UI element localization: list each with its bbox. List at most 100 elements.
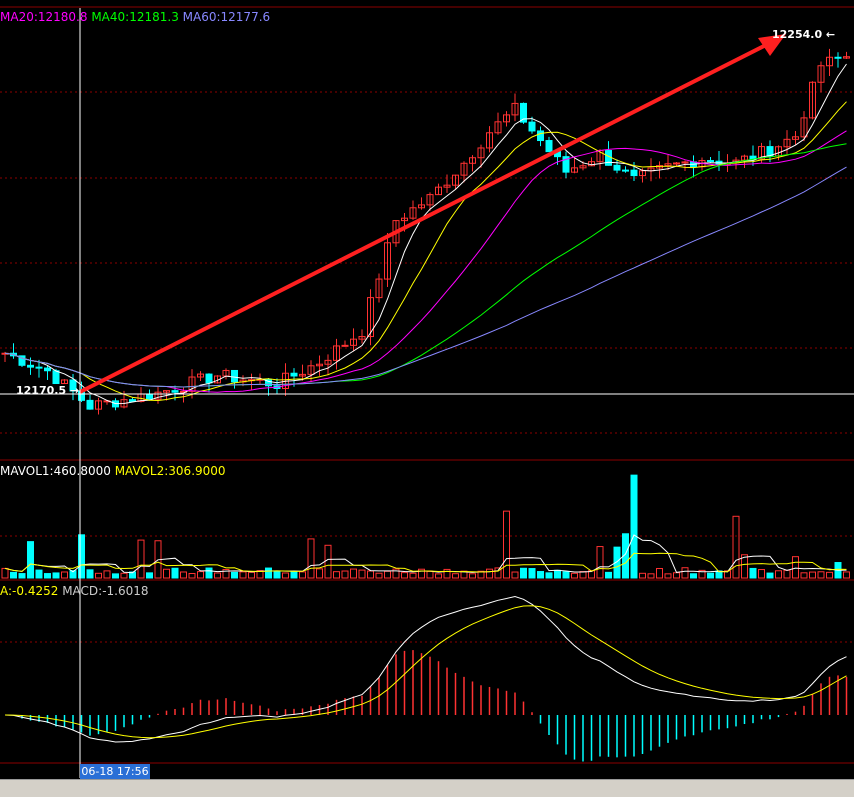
volume-bar [435, 573, 442, 579]
volume-bar [647, 573, 655, 579]
volume-bar [333, 571, 340, 579]
volume-bar [282, 572, 289, 579]
candle-down [290, 372, 298, 377]
volume-bar [112, 573, 119, 579]
volume-bar [800, 572, 808, 579]
volume-bar [469, 573, 476, 579]
volume-bar [239, 571, 247, 579]
bottom-scrollbar[interactable] [0, 779, 854, 797]
volume-bar [732, 515, 740, 579]
volume-bar [103, 570, 111, 579]
macd-value: MACD:-1.6018 [62, 584, 149, 598]
volume-bar [10, 571, 17, 579]
candle-down [834, 56, 842, 59]
candle-down [52, 370, 60, 385]
volume-bar [231, 571, 238, 579]
volume-bar [511, 571, 519, 579]
ma40-value: MA40:12181.3 [91, 10, 179, 24]
volume-bar [673, 572, 680, 579]
volume-bar [324, 544, 332, 579]
volume-bar [409, 572, 417, 579]
volume-bar [163, 568, 170, 579]
volume-bar [562, 571, 570, 579]
volume-legend: MAVOL1:460.8000 MAVOL2:306.9000 [0, 464, 226, 478]
volume-bar [520, 567, 527, 579]
volume-bar [809, 571, 816, 579]
macd-lines [4, 595, 847, 743]
candle-down [613, 164, 621, 171]
volume-bar [630, 474, 638, 579]
candle-down [622, 169, 629, 172]
volume-bar [61, 571, 68, 579]
ma60-line [4, 166, 847, 388]
ma20-value: MA20:12180.8 [0, 10, 88, 24]
volume-bar [639, 572, 646, 579]
volume-bar [545, 572, 553, 579]
volume-bar [367, 570, 374, 579]
crosshair-time-label: 06-18 17:56 [80, 764, 150, 779]
volume-bar [78, 534, 85, 579]
candle-down [27, 364, 34, 368]
volume-bar [120, 572, 128, 579]
kline-chart[interactable] [0, 0, 854, 796]
volume-bar [35, 569, 43, 579]
volume-bar [426, 570, 434, 579]
volume-bar [384, 570, 391, 579]
candle-down [231, 369, 238, 383]
volume-bar [775, 570, 782, 579]
volume-bar [95, 572, 102, 579]
volume-bar [375, 572, 383, 579]
candle-up [673, 162, 680, 165]
volume-bar [749, 567, 757, 579]
candle-down [528, 121, 536, 132]
volume-bar [307, 538, 315, 579]
macd-histogram [12, 650, 848, 762]
volume-bar [290, 571, 298, 579]
candle-down [171, 390, 179, 393]
candle-down [707, 160, 714, 163]
volume-bar [503, 510, 510, 579]
volume-bar [86, 569, 94, 579]
candle-down [146, 393, 153, 400]
ma60-value: MA60:12177.6 [182, 10, 271, 24]
volume-bar [817, 571, 825, 579]
volume-bar [299, 571, 306, 579]
candlesticks [1, 48, 850, 415]
trend-arrow-shaft [79, 41, 771, 394]
mavol10-line [4, 552, 847, 573]
volume-bar [341, 570, 349, 579]
ma40-line [4, 143, 847, 388]
volume-bar [826, 571, 833, 579]
volume-bar [843, 571, 850, 579]
volume-bar [1, 567, 9, 579]
volume-bar [443, 568, 451, 579]
volume-bar [273, 571, 281, 579]
ma10-line [4, 101, 847, 402]
volume-bar [664, 573, 672, 579]
volume-bar [537, 571, 544, 579]
volume-bar [214, 572, 221, 579]
mavol2-value: MAVOL2:306.9000 [114, 464, 226, 478]
dif-line [4, 595, 847, 743]
volume-bar [197, 571, 204, 579]
mavol5-line [4, 534, 847, 574]
volume-bar [52, 572, 60, 579]
mavol1-value: MAVOL1:460.8000 [0, 464, 111, 478]
volume-bar [18, 573, 26, 579]
chart-grid [0, 6, 854, 764]
candle-down [630, 169, 638, 177]
high-price-label: 12254.0 ← [772, 28, 836, 41]
volume-bar [792, 556, 799, 579]
crosshair [0, 8, 854, 778]
volume-bar [452, 573, 459, 579]
candle-down [537, 130, 544, 142]
volume-bar [350, 568, 357, 579]
candle-down [605, 150, 612, 166]
volume-bar [528, 568, 536, 579]
volume-bar [44, 573, 51, 579]
candle-down [205, 373, 213, 384]
volume-bar [758, 569, 765, 579]
candle-down [86, 399, 94, 410]
dea-line [4, 605, 847, 739]
candle-down [545, 140, 553, 153]
